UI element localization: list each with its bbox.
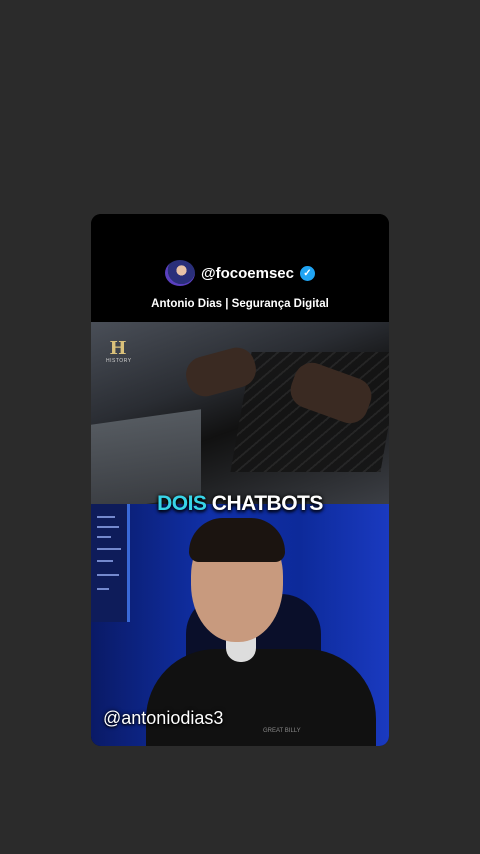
desk-surface xyxy=(91,409,201,504)
caption-word: CHATBOTS xyxy=(211,492,324,515)
history-logo: H HISTORY xyxy=(106,338,132,365)
monitor-line xyxy=(97,574,119,576)
shirt-brand: GREAT BILLY xyxy=(263,728,301,734)
video-card[interactable]: @focoemsec ✓ Antonio Dias | Segurança Di… xyxy=(91,214,389,746)
caption-word-highlight: DOIS xyxy=(157,492,207,515)
person-hair xyxy=(189,518,285,562)
person-body xyxy=(146,649,376,746)
creator-username[interactable]: @antoniodias3 xyxy=(103,708,223,729)
monitor-line xyxy=(97,516,115,518)
video-caption: DOIS CHATBOTS xyxy=(91,492,389,516)
monitor-line xyxy=(97,548,121,550)
monitor-line xyxy=(97,588,109,590)
background-monitor xyxy=(91,504,130,622)
monitor-line xyxy=(97,526,119,528)
history-logo-text: HISTORY xyxy=(106,358,132,364)
webcam-feed: GREAT BILLY @antoniodias3 xyxy=(91,504,389,746)
account-handle[interactable]: @focoemsec xyxy=(201,265,294,282)
history-clip: H HISTORY xyxy=(91,322,389,504)
verified-badge-icon: ✓ xyxy=(300,265,315,281)
avatar[interactable] xyxy=(165,260,195,286)
profile-row[interactable]: @focoemsec ✓ xyxy=(91,260,389,286)
history-logo-letter: H xyxy=(109,338,127,359)
monitor-line xyxy=(97,536,111,538)
video-header: @focoemsec ✓ Antonio Dias | Segurança Di… xyxy=(91,214,389,322)
monitor-line xyxy=(97,560,113,562)
channel-subtitle: Antonio Dias | Segurança Digital xyxy=(151,298,329,310)
